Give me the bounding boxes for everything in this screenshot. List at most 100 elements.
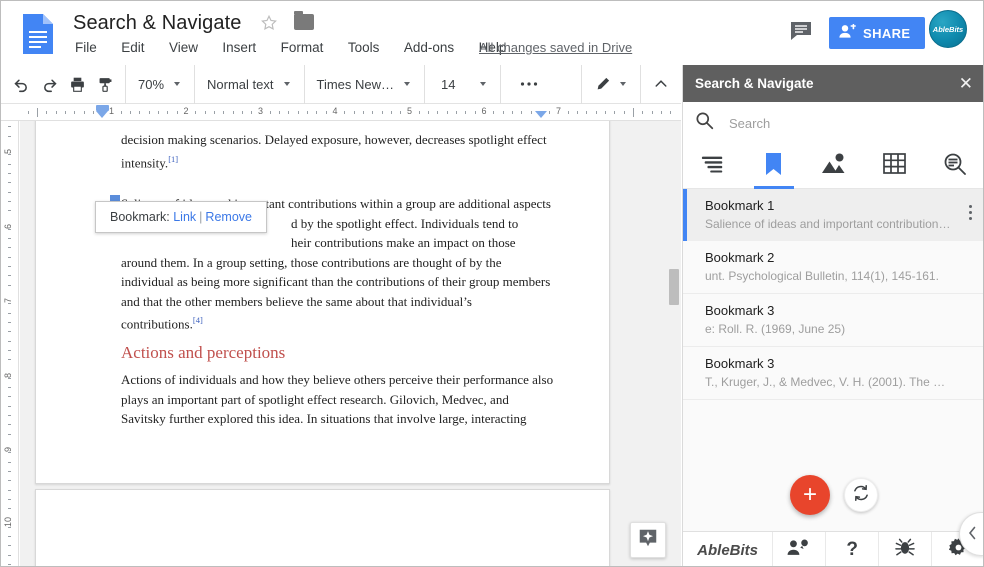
list-item[interactable]: Bookmark 1 Salience of ideas and importa… xyxy=(683,189,983,241)
bookmark-tooltip[interactable]: Bookmark: Link | Remove xyxy=(95,201,267,233)
avatar[interactable]: AbleBits xyxy=(929,10,967,48)
menu-file[interactable]: File xyxy=(73,39,99,56)
document-scrollbar-thumb[interactable] xyxy=(669,269,679,305)
bookmark-remove-action[interactable]: Remove xyxy=(205,210,252,224)
ruler-tick xyxy=(605,111,607,114)
paragraph-2-line-5: individual as being more significant tha… xyxy=(121,274,551,289)
edit-mode-dropdown-icon[interactable] xyxy=(620,82,626,86)
document-scrollbar[interactable] xyxy=(669,121,680,566)
ruler-tick xyxy=(288,111,290,114)
menu-view[interactable]: View xyxy=(167,39,200,56)
ruler-tick xyxy=(8,312,11,314)
ruler-tick xyxy=(8,266,11,268)
folder-icon[interactable] xyxy=(294,11,315,30)
ruler-tick xyxy=(83,111,85,114)
horizontal-ruler[interactable]: 1 2 3 4 5 6 7 xyxy=(1,104,681,121)
ruler-tick xyxy=(8,387,11,389)
font-size-value[interactable]: 14 xyxy=(431,77,461,92)
menu-addons[interactable]: Add-ons xyxy=(402,39,456,56)
ruler-tick xyxy=(8,424,11,426)
vertical-ruler[interactable]: 5 6 7 8 9 10 xyxy=(1,121,19,566)
save-status[interactable]: All changes saved in Drive xyxy=(479,40,632,55)
bookmark-name: Bookmark 1 xyxy=(705,198,775,213)
page-title[interactable]: Search & Navigate xyxy=(73,11,241,35)
ruler-tick xyxy=(614,111,616,114)
edit-mode-icon[interactable] xyxy=(588,70,616,98)
more-vertical-icon[interactable] xyxy=(969,205,973,223)
paragraph-3[interactable]: Actions of individuals and how they beli… xyxy=(121,370,561,429)
ruler-tick xyxy=(530,111,532,114)
ruler-tick xyxy=(297,111,299,114)
search-icon xyxy=(695,111,714,135)
zoom-dropdown-icon[interactable] xyxy=(174,82,181,86)
redo-icon[interactable] xyxy=(35,70,63,98)
explore-button[interactable] xyxy=(630,522,666,558)
search-input[interactable] xyxy=(727,114,975,132)
help-button[interactable]: ? xyxy=(826,531,880,566)
bookmark-link-action[interactable]: Link xyxy=(173,210,196,224)
ruler-tick xyxy=(670,111,672,114)
size-dropdown-icon[interactable] xyxy=(479,82,486,86)
ruler-tick xyxy=(567,111,569,114)
ruler-number: 9 xyxy=(3,446,13,452)
paint-format-icon[interactable] xyxy=(91,70,119,98)
menu-edit[interactable]: Edit xyxy=(119,39,146,56)
tab-images[interactable] xyxy=(804,144,864,189)
comment-icon[interactable] xyxy=(790,21,812,41)
ruler-number: 1 xyxy=(108,106,115,116)
zoom-value[interactable]: 70% xyxy=(132,77,170,92)
paragraph-3-line-2: plays an important part of spotlight eff… xyxy=(121,391,509,407)
font-dropdown-icon[interactable] xyxy=(404,82,411,86)
ruler-tick xyxy=(465,111,467,114)
share-button[interactable]: SHARE xyxy=(829,17,925,49)
paragraph-1[interactable]: decision making scenarios. Delayed expos… xyxy=(121,130,561,172)
left-indent-marker[interactable] xyxy=(96,111,108,118)
paragraph-style-value[interactable]: Normal text xyxy=(201,77,279,92)
menu-insert[interactable]: Insert xyxy=(220,39,258,56)
document-page-1: decision making scenarios. Delayed expos… xyxy=(35,121,610,484)
add-bookmark-button[interactable]: + xyxy=(790,475,830,515)
ruler-tick xyxy=(8,303,11,305)
style-dropdown-icon[interactable] xyxy=(283,82,290,86)
citation-ref-4[interactable]: [4] xyxy=(193,315,203,325)
tab-headings[interactable] xyxy=(683,144,743,189)
ruler-tick xyxy=(8,210,11,212)
right-indent-marker[interactable] xyxy=(535,111,547,118)
avatar-label: AbleBits xyxy=(932,24,964,34)
google-docs-icon[interactable] xyxy=(19,13,57,55)
list-item[interactable]: Bookmark 3 T., Kruger, J., & Medvec, V. … xyxy=(683,347,983,400)
tab-bookmarks[interactable] xyxy=(743,144,803,189)
find-icon xyxy=(943,153,967,180)
document-canvas[interactable]: decision making scenarios. Delayed expos… xyxy=(20,121,681,566)
contact-us-button[interactable] xyxy=(773,531,827,566)
section-heading[interactable]: Actions and perceptions xyxy=(121,342,561,364)
tab-tables[interactable] xyxy=(864,144,924,189)
font-family-value[interactable]: Times New… xyxy=(311,77,401,92)
chevron-up-icon[interactable] xyxy=(647,70,675,98)
undo-icon[interactable] xyxy=(7,70,35,98)
print-icon[interactable] xyxy=(63,70,91,98)
star-outline-icon[interactable] xyxy=(260,14,278,32)
tab-find[interactable] xyxy=(925,144,983,189)
ruler-number: 2 xyxy=(183,106,189,116)
close-icon[interactable]: ✕ xyxy=(959,75,973,92)
menu-tools[interactable]: Tools xyxy=(346,39,382,56)
ruler-tick xyxy=(8,275,11,277)
report-bug-button[interactable] xyxy=(879,531,933,566)
ruler-tick xyxy=(213,111,215,114)
list-item[interactable]: Bookmark 2 unt. Psychological Bulletin, … xyxy=(683,241,983,294)
list-item[interactable]: Bookmark 3 e: Roll. R. (1969, June 25) xyxy=(683,294,983,347)
ruler-tick xyxy=(64,111,66,114)
citation-ref-1[interactable]: [1] xyxy=(168,154,178,164)
ruler-tick xyxy=(92,111,94,114)
plus-icon: + xyxy=(802,481,817,508)
ruler-tick xyxy=(428,111,430,114)
more-horizontal-icon[interactable] xyxy=(515,70,543,98)
menu-format[interactable]: Format xyxy=(279,39,326,56)
paragraph-1-line-1: decision making scenarios. Delayed expos… xyxy=(121,132,547,147)
refresh-button[interactable] xyxy=(844,478,878,512)
ablebits-logo: AbleBits xyxy=(683,531,774,566)
ruler-tick xyxy=(8,182,11,184)
ruler-tick xyxy=(8,545,11,547)
bookmark-list[interactable]: Bookmark 1 Salience of ideas and importa… xyxy=(683,189,983,486)
